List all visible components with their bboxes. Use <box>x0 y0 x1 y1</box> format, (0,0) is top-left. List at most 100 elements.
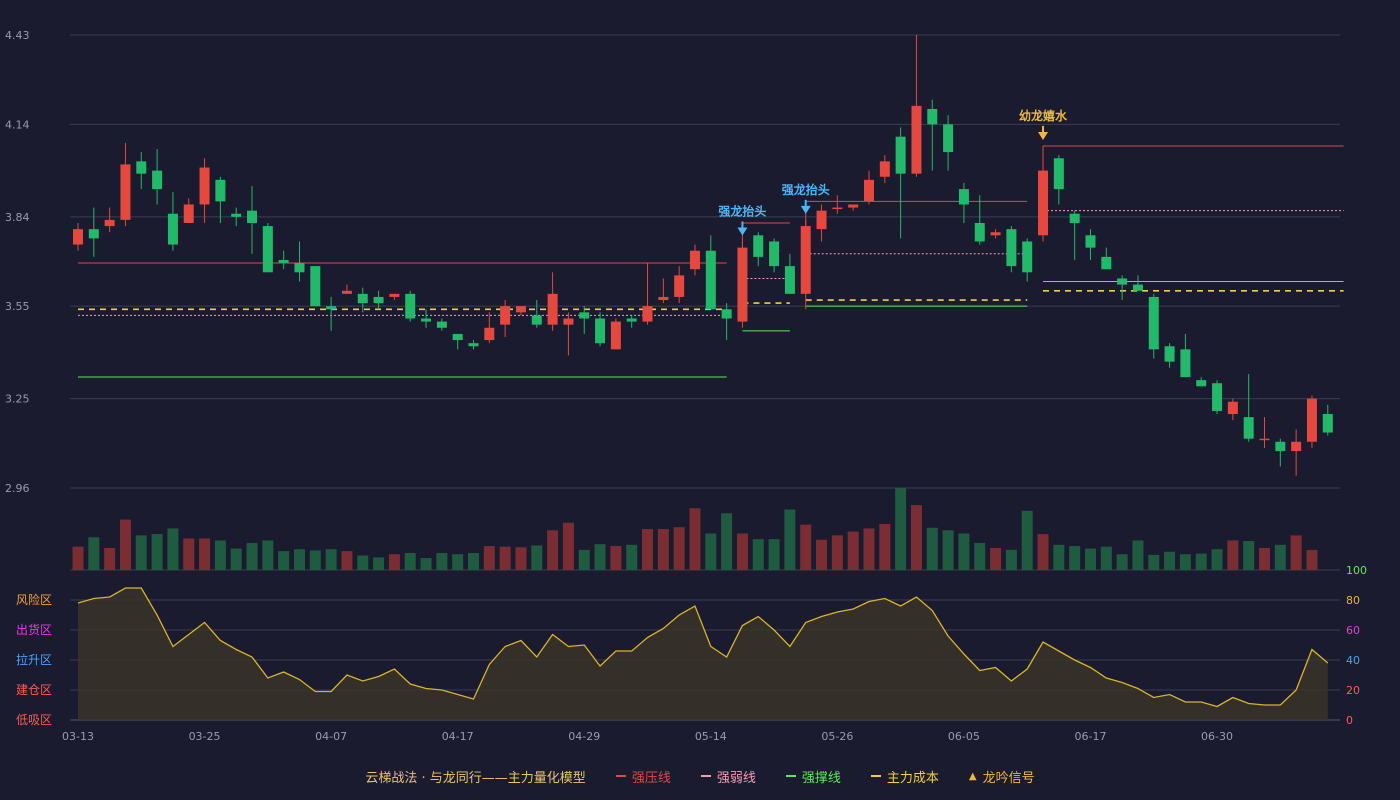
volume-bar <box>1005 549 1017 570</box>
zone-label: 出货区 <box>16 622 52 637</box>
indicator-panel <box>77 587 1329 720</box>
candle-body <box>262 226 273 273</box>
signal-arrow-icon <box>1038 131 1049 140</box>
candle-body <box>215 179 226 202</box>
legend-item-strong-pressure[interactable]: 强压线 <box>615 767 671 786</box>
volume-bar <box>547 530 559 570</box>
date-tick-label: 04-07 <box>315 730 347 743</box>
candle-body <box>278 259 289 264</box>
candle-body <box>199 167 210 205</box>
candle-body <box>674 275 685 297</box>
volume-bar <box>1148 554 1160 570</box>
volume-bar <box>1053 544 1065 570</box>
indicator-area <box>78 588 1328 720</box>
legend-swatch <box>700 775 711 777</box>
volume-bar <box>309 550 321 570</box>
candle-body <box>1164 346 1175 362</box>
price-tick-label: 3.84 <box>5 211 30 224</box>
date-tick-label: 05-26 <box>821 730 853 743</box>
candle-body <box>642 306 653 322</box>
date-tick-label: 06-30 <box>1201 730 1233 743</box>
candle-body <box>943 124 954 153</box>
volume-bar <box>689 508 701 570</box>
candle-body <box>689 250 700 270</box>
candle-body <box>958 189 969 205</box>
volume-bar <box>1274 544 1286 570</box>
legend-item-support-line[interactable]: 强撑线 <box>785 767 841 786</box>
price-tick-label: 4.43 <box>5 29 30 42</box>
legend-label: 龙吟信号 <box>982 770 1035 786</box>
candle-body <box>1006 229 1017 267</box>
legend-item-main-cost[interactable]: 主力成本 <box>870 767 939 786</box>
volume-bar <box>736 533 748 570</box>
volume-bar <box>879 524 891 570</box>
date-tick-label: 06-05 <box>948 730 980 743</box>
volume-bar <box>1195 553 1207 570</box>
volume-bar <box>404 552 416 570</box>
legend-label: 强弱线 <box>716 770 756 786</box>
legend-label: 强压线 <box>631 770 671 786</box>
legend-label: 主力成本 <box>886 770 939 786</box>
legend-item-weak-line[interactable]: 强弱线 <box>700 767 756 786</box>
candle-body <box>1259 438 1270 441</box>
zone-label: 低吸区 <box>16 713 52 727</box>
candle-body <box>231 213 242 217</box>
volume-bar <box>499 546 511 570</box>
volume-bar <box>119 519 131 570</box>
volume-bar <box>151 534 163 570</box>
volume-bar <box>468 552 479 570</box>
volume-bar <box>1084 548 1096 570</box>
signal-arrow-icon <box>800 205 811 214</box>
volume-bar <box>388 554 400 570</box>
volume-bar <box>768 539 780 570</box>
candle-body <box>974 222 985 242</box>
date-tick-label: 03-13 <box>62 730 94 743</box>
candle-body <box>152 170 163 190</box>
date-tick-label: 06-17 <box>1074 730 1106 743</box>
candle-body <box>405 293 416 319</box>
candle-body <box>563 318 574 325</box>
volume-bar <box>293 549 305 570</box>
candle-body <box>1227 401 1238 415</box>
legend-swatch <box>870 775 881 777</box>
candle-body <box>1275 441 1286 452</box>
volume-bar <box>531 545 543 570</box>
indicator-tick-label: 20 <box>1346 684 1360 697</box>
candle-body <box>120 164 131 220</box>
volume-bar <box>373 557 385 570</box>
candle-body <box>88 229 99 239</box>
volume-bars <box>72 488 1318 570</box>
volume-bar <box>816 539 828 570</box>
candle-body <box>800 226 811 294</box>
candle-body <box>310 266 321 307</box>
candle-body <box>1053 158 1064 190</box>
candle-body <box>136 161 147 174</box>
volume-bar <box>562 522 574 570</box>
candle-body <box>579 312 590 319</box>
zone-label: 建仓区 <box>16 683 52 697</box>
volume-bar <box>135 535 147 570</box>
candle-body <box>864 179 874 202</box>
volume-bar <box>1021 510 1033 570</box>
candle-body <box>769 241 780 267</box>
indicator-tick-label: 100 <box>1346 564 1367 577</box>
volume-bar <box>1164 551 1176 570</box>
volume-bar <box>1179 554 1191 570</box>
volume-bar <box>214 540 226 570</box>
volume-bar <box>895 488 907 570</box>
candle-body <box>1038 170 1049 236</box>
candle-body <box>1132 284 1143 291</box>
candle-body <box>1306 398 1317 442</box>
candle-body <box>183 204 194 223</box>
candle-body <box>389 293 400 297</box>
volume-bar <box>1132 540 1144 570</box>
candle-body <box>341 290 352 294</box>
legend-swatch <box>615 775 626 777</box>
candle-body <box>1101 256 1112 270</box>
volume-bar <box>974 542 986 570</box>
legend-item-dragon-signal[interactable]: ▲ 龙吟信号 <box>969 767 1035 786</box>
volume-bar <box>642 529 654 570</box>
candlesticks <box>73 35 1333 476</box>
price-tick-label: 2.96 <box>5 482 30 495</box>
candle-body <box>247 210 258 223</box>
